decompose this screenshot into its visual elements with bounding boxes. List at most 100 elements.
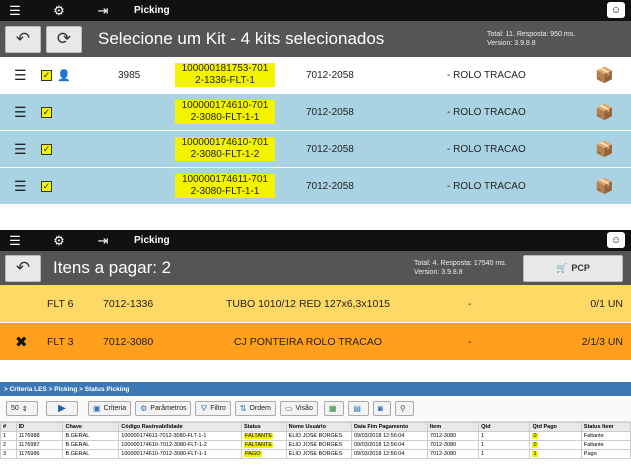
kit-number: 3985: [118, 69, 141, 81]
profile-icon[interactable]: ☺: [607, 232, 625, 248]
table-cell: 3: [0, 449, 17, 459]
item-code: 7012-3080: [103, 335, 154, 348]
toolbar-button-label: Ordem: [249, 405, 271, 412]
kit-code: 100000181753-701 2-1336-FLT-1: [175, 63, 275, 87]
kit-code: 100000174610-701 2-3080-FLT-1-1: [175, 100, 275, 124]
table-cell: PAGO: [241, 449, 287, 459]
toolbar-button-ordem[interactable]: ⇅ Ordem: [234, 401, 276, 416]
table-cell: 100000174610-7012-3080-FLT-1-1: [118, 449, 243, 459]
gear-icon[interactable]: ⚙: [44, 0, 74, 21]
column-header[interactable]: Status: [241, 422, 287, 432]
list-icon[interactable]: ☰: [14, 104, 27, 121]
table-cell: B.GERAL: [62, 431, 120, 441]
item-description: - ROLO TRACAO: [447, 180, 526, 192]
quantity: 2/1/3 UN: [581, 335, 623, 348]
menu-icon[interactable]: ☰: [0, 230, 30, 251]
table-cell: 1176986: [15, 449, 64, 459]
attach-button[interactable]: ⚲: [394, 401, 414, 416]
column-header[interactable]: Status Item: [580, 422, 631, 432]
app-title: Picking: [134, 5, 170, 16]
toolbar-button-label: Criteria: [103, 405, 127, 412]
pay-item-row[interactable]: FLT 6 7012-1336 TUBO 1010/12 RED 127x6,3x1…: [0, 285, 631, 323]
kit-code-line2: 2-3080-FLT-1-2: [175, 149, 275, 161]
table-cell: ELIO JOSE BORGES: [285, 431, 352, 441]
save-button[interactable]: ▤: [348, 401, 369, 416]
toolbar-button-filtro[interactable]: ⛛ Filtro: [195, 401, 231, 416]
table-row[interactable]: 2 1176987 B.GERAL 100000174610-7012-3080-FL…: [0, 440, 631, 450]
login-icon[interactable]: ⇥: [88, 230, 118, 251]
kit-row[interactable]: ☰ ✓ 100000174611-701 2-3080-FLT-1-1 7012-205…: [0, 168, 631, 205]
profile-icon[interactable]: ☺: [607, 2, 625, 18]
item-code: 7012-2058: [306, 180, 354, 192]
export-excel-button[interactable]: ▦: [323, 401, 345, 416]
item-description: - ROLO TRACAO: [447, 143, 526, 155]
gear-icon[interactable]: ⚙: [44, 230, 74, 251]
column-header[interactable]: Qtd: [478, 422, 531, 432]
column-header[interactable]: #: [0, 422, 17, 432]
list-icon[interactable]: ☰: [14, 67, 27, 84]
login-icon[interactable]: ⇥: [88, 0, 118, 21]
paperclip-icon: ⚲: [399, 404, 406, 413]
kit-row[interactable]: ☰ ✓ 👤 3985 100000181753-701 2-1336-FLT-1 7012-…: [0, 57, 631, 94]
page-size-select[interactable]: 50 ⇕: [6, 401, 38, 416]
filter-icon: ▣: [93, 404, 101, 413]
table-cell: FALTANTE: [241, 431, 287, 441]
refresh-button[interactable]: ⟳: [46, 25, 82, 53]
flt-label: FLT 6: [47, 297, 74, 310]
table-cell: 1176987: [15, 440, 64, 450]
table-cell: 1: [478, 431, 531, 441]
checkbox-icon[interactable]: ✓: [41, 69, 52, 81]
table-row[interactable]: 1 1176988 B.GERAL 100000174611-7012-3080-FL…: [0, 431, 631, 441]
column-header[interactable]: Chave: [62, 422, 120, 432]
quantity: 0/1 UN: [590, 297, 623, 310]
image-button[interactable]: ◙: [372, 401, 391, 416]
spinner-icon: ⇕: [21, 405, 28, 413]
kit-code-line2: 2-1336-FLT-1: [175, 75, 275, 87]
pcp-button[interactable]: 🛒 PCP: [523, 254, 623, 282]
kit-code-line1: 100000181753-701: [175, 63, 275, 75]
column-header[interactable]: Nome Usuário: [285, 422, 352, 432]
package-icon[interactable]: 📦: [595, 177, 614, 195]
toolbar-button-parametros[interactable]: ⚙ Parâmetros: [135, 401, 192, 416]
table-cell: 7012-3080: [426, 449, 480, 459]
person-icon: 👤: [57, 69, 71, 82]
column-header[interactable]: ID: [15, 422, 64, 432]
run-button[interactable]: ▶: [46, 401, 78, 416]
checkbox-icon[interactable]: ✓: [41, 143, 52, 155]
table-cell: 0: [529, 431, 582, 441]
toolbar-button-label: Filtro: [210, 405, 226, 412]
table-cell: 7012-3080: [426, 431, 480, 441]
menu-icon[interactable]: ☰: [0, 0, 30, 21]
pay-item-row[interactable]: ✖ FLT 3 7012-3080 CJ PONTEIRA ROLO TRACAO - 2…: [0, 323, 631, 361]
column-header[interactable]: Item: [426, 422, 480, 432]
list-icon[interactable]: ☰: [14, 141, 27, 158]
top-bar: ☰ ⚙ ⇥ Picking ☺: [0, 230, 631, 251]
sort-icon: ⇅: [239, 404, 247, 413]
checkbox-icon[interactable]: ✓: [41, 106, 52, 118]
package-icon[interactable]: 📦: [595, 140, 614, 158]
status-value: PAGO: [244, 451, 262, 457]
package-icon[interactable]: 📦: [595, 103, 614, 121]
toolbar-button-label: Parâmetros: [150, 405, 187, 412]
list-icon[interactable]: ☰: [14, 178, 27, 195]
table-cell: FALTANTE: [241, 440, 287, 450]
column-header[interactable]: Qtd Pago: [529, 422, 582, 432]
back-button[interactable]: ↶: [5, 25, 41, 53]
items-to-pay-panel: ☰ ⚙ ⇥ Picking ☺ ↶ Itens a pagar: 2 Total…: [0, 230, 631, 361]
status-table: # ID Chave Código Rastreabilidade Status Nome…: [0, 422, 631, 459]
kit-row[interactable]: ☰ ✓ 100000174610-701 2-3080-FLT-1-2 7012-205…: [0, 131, 631, 168]
separator-dash: -: [468, 297, 472, 310]
kit-row[interactable]: ☰ ✓ 100000174610-701 2-3080-FLT-1-1 7012-205…: [0, 94, 631, 131]
toolbar-button-visao[interactable]: ▭ Visão: [279, 401, 318, 416]
kit-code-line1: 100000174610-701: [175, 100, 275, 112]
header-bar: ↶ Itens a pagar: 2 Total: 4. Resposta: 1…: [0, 251, 631, 285]
column-header[interactable]: Data Fim Pagamento: [350, 422, 428, 432]
table-cell: 1: [478, 449, 531, 459]
package-icon[interactable]: 📦: [595, 66, 614, 84]
toolbar-button-criteria[interactable]: ▣ Criteria: [88, 401, 132, 416]
checkbox-icon[interactable]: ✓: [41, 180, 52, 192]
table-row[interactable]: 3 1176986 B.GERAL 100000174610-7012-3080-FL…: [0, 449, 631, 459]
column-header[interactable]: Código Rastreabilidade: [118, 422, 243, 432]
table-cell: 1: [0, 431, 17, 441]
back-button[interactable]: ↶: [5, 254, 41, 282]
